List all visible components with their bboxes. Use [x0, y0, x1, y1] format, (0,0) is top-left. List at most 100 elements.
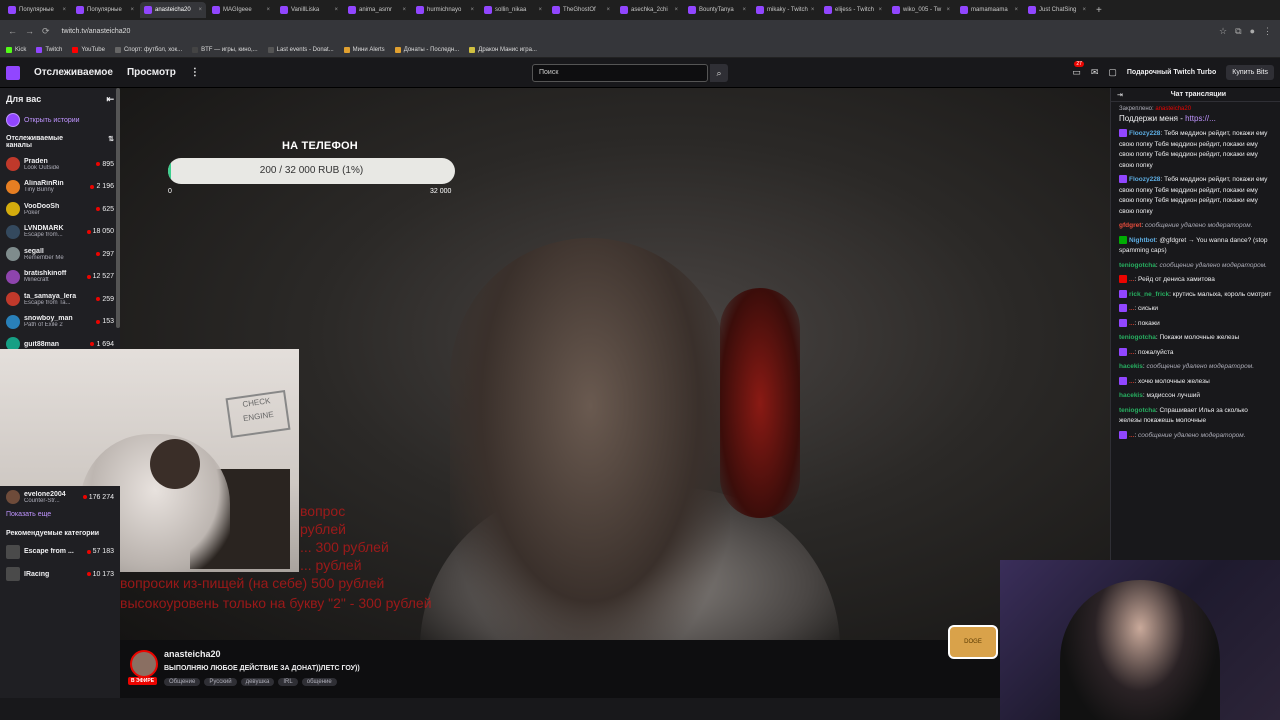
close-tab-icon[interactable]: ×	[334, 7, 338, 13]
browser-tab[interactable]: BountyTanya ×	[684, 2, 750, 18]
sidebar-category[interactable]: IRacing 10 173	[0, 563, 120, 586]
following-link[interactable]: Отслеживаемое	[34, 67, 113, 78]
chat-username[interactable]: Floozy228	[1129, 130, 1160, 137]
stream-tag[interactable]: Русский	[204, 678, 237, 686]
back-icon[interactable]: ←	[8, 26, 17, 36]
browse-link[interactable]: Просмотр	[127, 67, 176, 78]
more-icon[interactable]: ⋮	[190, 67, 200, 78]
browser-tab[interactable]: elijess - Twitch ×	[820, 2, 886, 18]
close-tab-icon[interactable]: ×	[198, 7, 202, 13]
close-tab-icon[interactable]: ×	[1014, 7, 1018, 13]
bookmark-item[interactable]: Kick	[6, 46, 26, 53]
whispers-icon[interactable]: ▢	[1108, 67, 1117, 78]
channel-name[interactable]: anasteicha20	[164, 649, 221, 659]
stream-tag[interactable]: IRL	[278, 678, 298, 686]
browser-tab[interactable]: wiko_005 - Tw ×	[888, 2, 954, 18]
chat-text: сообщение удалено модератором.	[1138, 431, 1246, 439]
browser-tab[interactable]: VanillLiska ×	[276, 2, 342, 18]
browser-tab[interactable]: anasteicha20 ×	[140, 2, 206, 18]
close-tab-icon[interactable]: ×	[1082, 7, 1086, 13]
chat-username[interactable]: hacekis	[1119, 363, 1143, 370]
get-bits-button[interactable]: Купить Bits	[1226, 65, 1274, 80]
close-tab-icon[interactable]: ×	[878, 7, 882, 13]
bookmark-item[interactable]: BTF — игры, кино,...	[192, 46, 258, 53]
browser-tab[interactable]: Just ChatSing ×	[1024, 2, 1090, 18]
stream-tag[interactable]: девушка	[240, 678, 275, 686]
sidebar-channel[interactable]: LVNDMARK Escape from... 18 050	[0, 221, 120, 244]
stories-button[interactable]: Открыть истории	[0, 111, 120, 129]
close-tab-icon[interactable]: ×	[266, 7, 270, 13]
close-tab-icon[interactable]: ×	[811, 7, 815, 13]
chat-badge-icon	[1119, 175, 1127, 184]
sidebar-channel[interactable]: snowboy_man Path of Exile 2 153	[0, 311, 120, 334]
close-tab-icon[interactable]: ×	[62, 7, 66, 13]
browser-tab[interactable]: MAGIgeee ×	[208, 2, 274, 18]
sidebar-channel[interactable]: Praden Look Outside 895	[0, 153, 120, 176]
channel-name: guit88man	[24, 340, 60, 348]
stream-tag[interactable]: Общение	[164, 678, 201, 686]
browser-tab[interactable]: asechka_2chi ×	[616, 2, 682, 18]
close-tab-icon[interactable]: ×	[538, 7, 542, 13]
forward-icon[interactable]: →	[25, 26, 34, 36]
browser-tab[interactable]: mamamaama ×	[956, 2, 1022, 18]
close-tab-icon[interactable]: ×	[742, 7, 746, 13]
goal-title: НА ТЕЛЕФОН	[282, 140, 358, 152]
browser-tab[interactable]: TheGhostOf ×	[548, 2, 614, 18]
bookmark-item[interactable]: Дракон Манис игра...	[469, 46, 537, 53]
chat-username[interactable]: teniogotcha	[1119, 407, 1156, 414]
sidebar-channel[interactable]: segall Remember Me 297	[0, 243, 120, 266]
close-tab-icon[interactable]: ×	[674, 7, 678, 13]
sidebar-channel-evelone[interactable]: evelone2004 Counter-Str... 176 274	[0, 486, 120, 509]
new-tab-icon[interactable]: +	[1096, 5, 1102, 16]
browser-tab[interactable]: mikaky - Twitch ×	[752, 2, 818, 18]
browser-tab[interactable]: sollin_nikaa ×	[480, 2, 546, 18]
chat-username[interactable]: rick_ne_frick	[1129, 291, 1169, 298]
inbox-icon[interactable]: ✉	[1091, 67, 1099, 78]
close-tab-icon[interactable]: ×	[470, 7, 474, 13]
chat-username[interactable]: teniogotcha	[1119, 262, 1156, 269]
close-tab-icon[interactable]: ×	[606, 7, 610, 13]
tab-label: Популярные	[19, 7, 54, 13]
bookmark-star-icon[interactable]: ☆	[1219, 26, 1227, 37]
sort-icon[interactable]: ⇅	[108, 135, 114, 149]
chat-username[interactable]: Floozy228	[1129, 176, 1160, 183]
close-tab-icon[interactable]: ×	[946, 7, 950, 13]
url-field[interactable]: twitch.tv/anasteicha20	[62, 28, 131, 35]
menu-icon[interactable]: ⋮	[1263, 26, 1272, 37]
browser-tab[interactable]: Популярные ×	[72, 2, 138, 18]
close-tab-icon[interactable]: ×	[402, 7, 406, 13]
bookmark-item[interactable]: Мини Alerts	[343, 46, 385, 53]
sidebar-category[interactable]: Escape from ... 57 183	[0, 541, 120, 564]
bookmark-item[interactable]: Донаты - Последн...	[394, 46, 459, 53]
sidebar-channel[interactable]: AlinaRinRin Tiny Bunny 2 196	[0, 176, 120, 199]
close-tab-icon[interactable]: ×	[130, 7, 134, 13]
profile-icon[interactable]: ●	[1250, 26, 1255, 36]
collapse-sidebar-icon[interactable]: ⇤	[106, 94, 114, 105]
channel-avatar[interactable]	[130, 650, 158, 678]
bookmark-item[interactable]: Спорт: футбол, хок...	[114, 46, 182, 53]
pinned-link[interactable]: https://...	[1185, 114, 1216, 123]
sidebar-channel[interactable]: VooDooSh Poker 625	[0, 198, 120, 221]
chat-username[interactable]: gfdgret	[1119, 222, 1141, 229]
browser-tab[interactable]: anima_asmr ×	[344, 2, 410, 18]
chat-username[interactable]: teniogotcha	[1119, 334, 1156, 341]
browser-tab[interactable]: hurmichnayo ×	[412, 2, 478, 18]
reload-icon[interactable]: ⟳	[42, 26, 50, 37]
sidebar-channel[interactable]: bratishkinoff Minecraft 12 527	[0, 266, 120, 289]
gift-turbo-button[interactable]: Подарочный Twitch Turbo	[1127, 69, 1216, 76]
sidebar-channel[interactable]: ta_samaya_lera Escape from Ta... 259	[0, 288, 120, 311]
browser-tab[interactable]: Популярные ×	[4, 2, 70, 18]
twitch-logo-icon[interactable]	[6, 65, 20, 80]
chat-username[interactable]: hacekis	[1119, 392, 1143, 399]
notifications-icon[interactable]: ▭ 27	[1072, 61, 1084, 78]
search-input[interactable]: Поиск	[532, 64, 708, 82]
stream-tag[interactable]: общение	[301, 678, 337, 686]
extensions-icon[interactable]: ⧉	[1235, 26, 1241, 37]
tab-favicon-icon	[212, 6, 220, 14]
bookmark-item[interactable]: Last events - Donat...	[267, 46, 334, 53]
show-more-link[interactable]: Показать еще	[0, 508, 120, 520]
bookmark-item[interactable]: YouTube	[72, 46, 105, 53]
chat-username[interactable]: Nightbot	[1129, 237, 1156, 244]
bookmark-item[interactable]: Twitch	[36, 46, 62, 53]
search-icon[interactable]: ⌕	[710, 64, 728, 82]
